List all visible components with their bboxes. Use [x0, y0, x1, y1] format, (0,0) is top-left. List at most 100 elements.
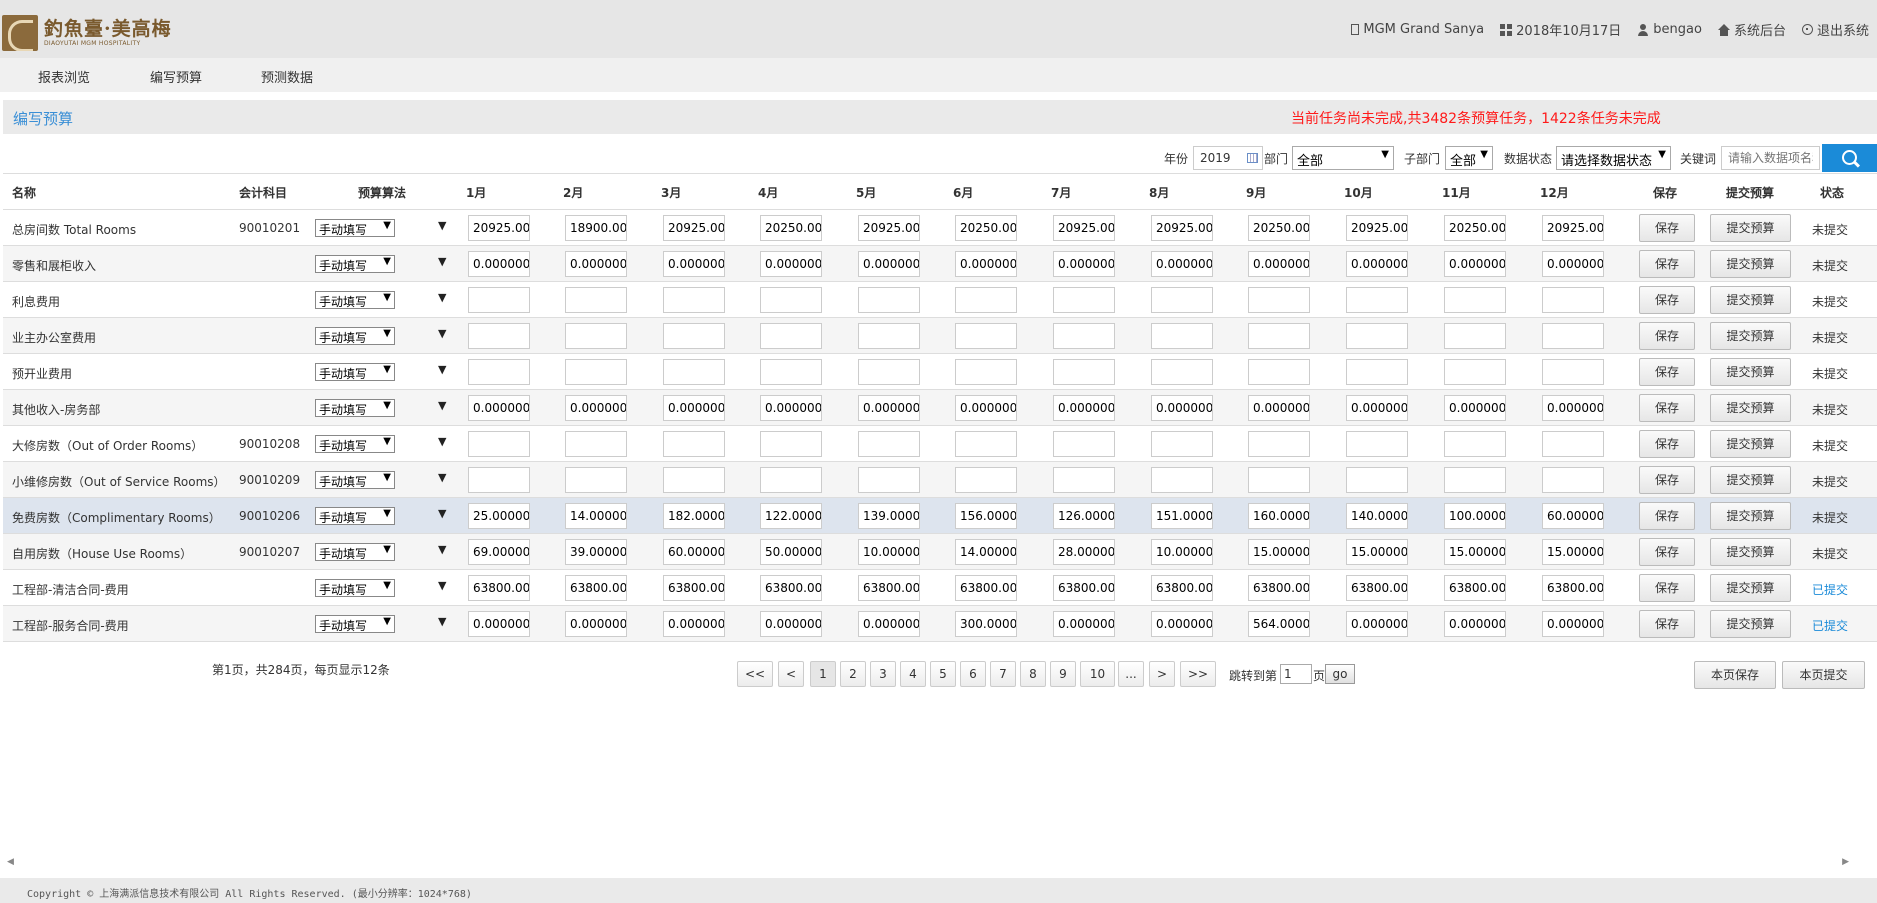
algorithm-select[interactable]: 手动填写 ▼ [315, 579, 395, 597]
page-save-button[interactable]: 本页保存 [1694, 661, 1776, 689]
month-10-input[interactable]: 63800.00 [1346, 575, 1408, 601]
page-submit-button[interactable]: 本页提交 [1782, 661, 1865, 689]
month-7-input[interactable]: 20925.00 [1053, 215, 1115, 241]
month-2-input[interactable] [565, 467, 627, 493]
month-9-input[interactable]: 564.0000 [1248, 611, 1310, 637]
expand-triangle-icon[interactable]: ▼ [438, 363, 446, 376]
month-11-input[interactable] [1444, 287, 1506, 313]
save-button[interactable]: 保存 [1639, 358, 1695, 386]
month-2-input[interactable]: 0.000000 [565, 395, 627, 421]
save-button[interactable]: 保存 [1639, 394, 1695, 422]
month-11-input[interactable] [1444, 467, 1506, 493]
month-2-input[interactable]: 0.000000 [565, 611, 627, 637]
search-button[interactable] [1822, 144, 1877, 172]
expand-triangle-icon[interactable]: ▼ [438, 219, 446, 232]
expand-triangle-icon[interactable]: ▼ [438, 255, 446, 268]
month-8-input[interactable]: 151.0000 [1151, 503, 1213, 529]
month-6-input[interactable]: 63800.00 [955, 575, 1017, 601]
submit-budget-button[interactable]: 提交预算 [1710, 610, 1791, 638]
month-1-input[interactable]: 20925.00 [468, 215, 530, 241]
status-select[interactable]: 请选择数据状态 ▼ [1556, 146, 1671, 170]
month-10-input[interactable]: 0.000000 [1346, 251, 1408, 277]
month-2-input[interactable]: 14.00000 [565, 503, 627, 529]
month-3-input[interactable]: 0.000000 [663, 611, 725, 637]
month-6-input[interactable]: 0.000000 [955, 395, 1017, 421]
month-3-input[interactable] [663, 359, 725, 385]
submit-budget-button[interactable]: 提交预算 [1710, 358, 1791, 386]
pager-button[interactable]: ... [1118, 661, 1144, 687]
month-12-input[interactable]: 15.00000 [1542, 539, 1604, 565]
month-4-input[interactable] [760, 287, 822, 313]
expand-triangle-icon[interactable]: ▼ [438, 399, 446, 412]
month-9-input[interactable]: 0.000000 [1248, 251, 1310, 277]
pager-button[interactable]: 10 [1080, 661, 1115, 687]
month-9-input[interactable]: 63800.00 [1248, 575, 1310, 601]
expand-triangle-icon[interactable]: ▼ [438, 291, 446, 304]
month-9-input[interactable]: 0.000000 [1248, 395, 1310, 421]
month-5-input[interactable]: 63800.00 [858, 575, 920, 601]
algorithm-select[interactable]: 手动填写 ▼ [315, 399, 395, 417]
table-row[interactable]: 利息费用 手动填写 ▼ ▼ 保存 提交预算 未提交 [3, 282, 1877, 318]
expand-triangle-icon[interactable]: ▼ [438, 471, 446, 484]
month-3-input[interactable] [663, 431, 725, 457]
month-5-input[interactable] [858, 467, 920, 493]
month-8-input[interactable] [1151, 431, 1213, 457]
horizontal-scrollbar[interactable]: ◀ ▶ [0, 856, 1877, 868]
table-row[interactable]: 其他收入-房务部 手动填写 ▼ ▼ 0.000000 0.000000 0.000000 0.… [3, 390, 1877, 426]
month-8-input[interactable] [1151, 287, 1213, 313]
month-9-input[interactable]: 160.0000 [1248, 503, 1310, 529]
month-12-input[interactable]: 20925.00 [1542, 215, 1604, 241]
submit-budget-button[interactable]: 提交预算 [1710, 502, 1791, 530]
pager-button[interactable]: 7 [990, 661, 1016, 687]
jump-page-input[interactable]: 1 [1280, 664, 1312, 684]
pager-button[interactable]: 8 [1020, 661, 1046, 687]
month-6-input[interactable] [955, 431, 1017, 457]
submit-budget-button[interactable]: 提交预算 [1710, 466, 1791, 494]
table-row[interactable]: 总房间数 Total Rooms 90010201 手动填写 ▼ ▼ 20925.00 18… [3, 210, 1877, 246]
admin-link[interactable]: 系统后台 [1717, 20, 1786, 39]
month-1-input[interactable] [468, 359, 530, 385]
pager-button[interactable]: > [1149, 661, 1175, 687]
month-3-input[interactable] [663, 467, 725, 493]
month-8-input[interactable] [1151, 467, 1213, 493]
month-11-input[interactable] [1444, 323, 1506, 349]
algorithm-select[interactable]: 手动填写 ▼ [315, 543, 395, 561]
submit-budget-button[interactable]: 提交预算 [1710, 214, 1791, 242]
month-7-input[interactable] [1053, 431, 1115, 457]
month-3-input[interactable]: 63800.00 [663, 575, 725, 601]
month-12-input[interactable] [1542, 287, 1604, 313]
month-7-input[interactable]: 126.0000 [1053, 503, 1115, 529]
month-6-input[interactable] [955, 323, 1017, 349]
month-12-input[interactable]: 63800.00 [1542, 575, 1604, 601]
month-11-input[interactable]: 0.000000 [1444, 395, 1506, 421]
month-7-input[interactable]: 0.000000 [1053, 395, 1115, 421]
table-row[interactable]: 大修房数（Out of Order Rooms） 90010208 手动填写 ▼ ▼ 保存… [3, 426, 1877, 462]
month-6-input[interactable]: 0.000000 [955, 251, 1017, 277]
pager-button[interactable]: 2 [840, 661, 866, 687]
algorithm-select[interactable]: 手动填写 ▼ [315, 363, 395, 381]
month-9-input[interactable] [1248, 287, 1310, 313]
expand-triangle-icon[interactable]: ▼ [438, 507, 446, 520]
month-10-input[interactable]: 20925.00 [1346, 215, 1408, 241]
table-row[interactable]: 业主办公室费用 手动填写 ▼ ▼ 保存 提交预算 未提交 [3, 318, 1877, 354]
month-5-input[interactable]: 20925.00 [858, 215, 920, 241]
month-7-input[interactable]: 0.000000 [1053, 611, 1115, 637]
save-button[interactable]: 保存 [1639, 538, 1695, 566]
table-row[interactable]: 免费房数（Complimentary Rooms） 90010206 手动填写 ▼ ▼ 2… [3, 498, 1877, 534]
month-12-input[interactable] [1542, 323, 1604, 349]
month-4-input[interactable]: 0.000000 [760, 395, 822, 421]
tab-forecast-data[interactable]: 预测数据 [261, 67, 313, 86]
month-12-input[interactable]: 60.00000 [1542, 503, 1604, 529]
pager-button[interactable]: << [737, 661, 773, 687]
scroll-right-icon[interactable]: ▶ [1842, 857, 1849, 867]
month-10-input[interactable] [1346, 323, 1408, 349]
pager-button[interactable]: 6 [960, 661, 986, 687]
month-2-input[interactable] [565, 431, 627, 457]
month-11-input[interactable]: 15.00000 [1444, 539, 1506, 565]
month-9-input[interactable] [1248, 431, 1310, 457]
month-7-input[interactable]: 28.00000 [1053, 539, 1115, 565]
month-4-input[interactable] [760, 323, 822, 349]
month-6-input[interactable] [955, 467, 1017, 493]
pager-button[interactable]: 5 [930, 661, 956, 687]
table-row[interactable]: 零售和展柜收入 手动填写 ▼ ▼ 0.000000 0.000000 0.000000 0.0… [3, 246, 1877, 282]
